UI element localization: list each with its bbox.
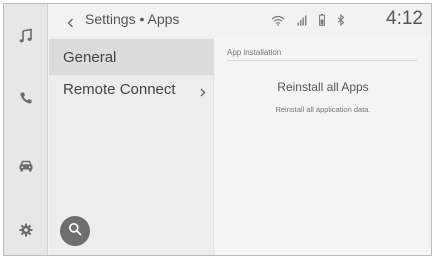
settings-rail-button[interactable]	[4, 212, 48, 248]
breadcrumb: Settings • Apps	[85, 11, 180, 27]
phone-icon	[19, 91, 33, 105]
search-icon	[68, 222, 82, 241]
left-rail	[4, 4, 48, 255]
chevron-right-icon	[200, 84, 206, 101]
reinstall-description: Reinstall all application data.	[275, 105, 371, 114]
search-button[interactable]	[60, 216, 90, 246]
bluetooth-icon	[337, 13, 345, 31]
phone-rail-button[interactable]	[4, 80, 48, 116]
wifi-icon	[271, 13, 285, 31]
list-item-remote-connect[interactable]: Remote Connect	[49, 71, 214, 107]
list-item-label: Remote Connect	[63, 80, 176, 98]
vehicle-rail-button[interactable]	[4, 148, 48, 184]
status-icons	[271, 13, 345, 31]
detail-panel: App installation Reinstall all Apps Rein…	[215, 38, 431, 255]
settings-gear-icon	[19, 223, 33, 237]
car-icon	[18, 159, 34, 173]
top-bar: Settings • Apps 4:12	[49, 4, 431, 38]
media-rail-button[interactable]	[4, 18, 48, 54]
battery-icon	[319, 13, 325, 31]
music-icon	[18, 28, 34, 44]
signal-bars-icon	[297, 13, 307, 31]
list-item-label: General	[63, 48, 117, 66]
screen: Settings • Apps 4:12 General Remote Conn…	[3, 3, 432, 256]
chevron-left-icon	[67, 15, 74, 32]
reinstall-all-apps-button[interactable]: Reinstall all Apps	[215, 80, 431, 94]
section-divider	[227, 60, 417, 61]
list-item-general[interactable]: General	[49, 39, 214, 75]
section-header: App installation	[227, 48, 282, 57]
back-button[interactable]	[67, 15, 74, 33]
clock: 4:12	[386, 8, 423, 29]
